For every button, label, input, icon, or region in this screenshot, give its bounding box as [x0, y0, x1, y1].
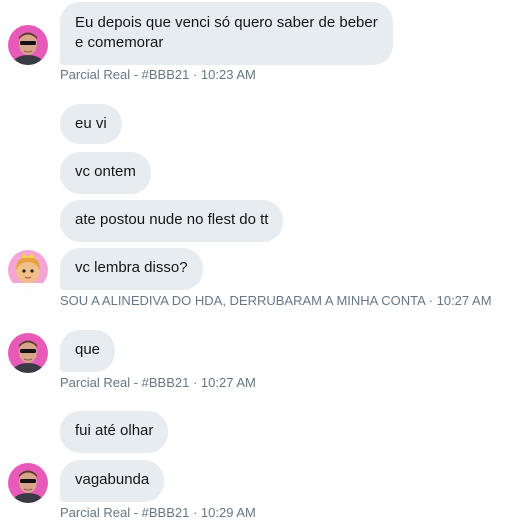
- avatar-parcial-real[interactable]: [8, 333, 48, 373]
- message-meta: SOU A ALINEDIVA DO HDA, DERRUBARAM A MIN…: [60, 293, 492, 308]
- message-meta: Parcial Real - #BBB21 · 10:29 AM: [60, 505, 256, 520]
- message-bubble[interactable]: vc lembra disso?: [60, 248, 203, 290]
- message-text: ate postou nude no flest do tt: [75, 211, 269, 228]
- man-with-sunglasses-icon: [8, 463, 48, 503]
- message-text: fui até olhar: [75, 422, 154, 439]
- message-bubble[interactable]: Eu depois que venci só quero saber de be…: [60, 2, 393, 65]
- avatar-parcial-real[interactable]: [8, 463, 48, 503]
- message-text: vc ontem: [75, 163, 136, 180]
- message-text: vagabunda: [75, 471, 150, 488]
- message-text: que: [75, 341, 101, 358]
- man-with-sunglasses-icon: [8, 333, 48, 373]
- message-text: eu vi: [75, 115, 107, 132]
- message-text: vc lembra disso?: [75, 259, 188, 276]
- avatar-alinediva[interactable]: [8, 250, 48, 290]
- message-meta: Parcial Real - #BBB21 · 10:23 AM: [60, 67, 256, 82]
- cartoon-girl-icon: [8, 250, 48, 290]
- message-text: Eu depois que venci só quero saber de be…: [75, 14, 378, 51]
- message-bubble[interactable]: vagabunda: [60, 460, 165, 502]
- avatar-parcial-real[interactable]: [8, 25, 48, 65]
- message-bubble[interactable]: que: [60, 330, 116, 372]
- message-bubble[interactable]: ate postou nude no flest do tt: [60, 200, 284, 242]
- message-bubble[interactable]: eu vi: [60, 104, 122, 144]
- message-bubble[interactable]: vc ontem: [60, 152, 151, 194]
- message-bubble[interactable]: fui até olhar: [60, 411, 169, 453]
- man-with-sunglasses-icon: [8, 25, 48, 65]
- message-meta: Parcial Real - #BBB21 · 10:27 AM: [60, 375, 256, 390]
